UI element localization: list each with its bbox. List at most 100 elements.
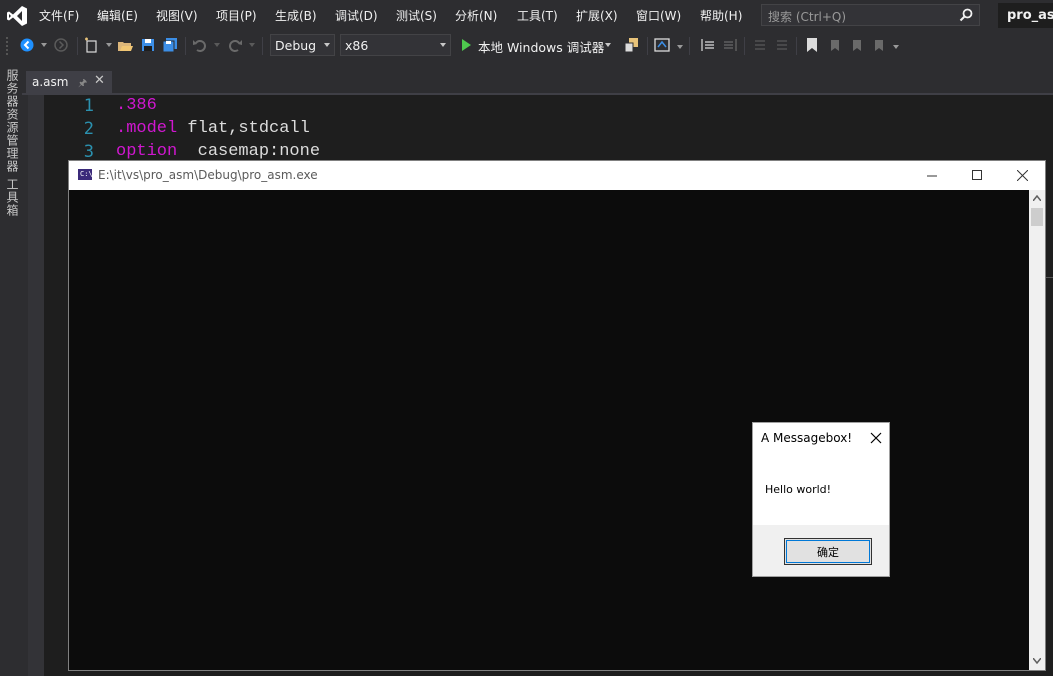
server-explorer-tab[interactable]: 服务器资源管理器 [4, 69, 21, 173]
ok-button-label: 确定 [817, 546, 839, 559]
code-text: flat,stdcall [177, 119, 310, 138]
code-keyword: .model [116, 119, 178, 138]
side-tool-strip: 服务器资源管理器 工具箱 [0, 60, 22, 676]
tab-a-asm[interactable]: a.asm 🖈 ✕ [26, 71, 112, 94]
toolbar-separator [262, 37, 263, 55]
redo-icon[interactable] [227, 37, 243, 53]
dialog-message: Hello world! [765, 483, 832, 496]
menu-view[interactable]: 视图(V) [156, 7, 198, 24]
outdent-icon[interactable] [722, 37, 738, 53]
chevron-down-icon [440, 43, 446, 47]
maximize-icon [972, 170, 982, 180]
tab-label: a.asm [32, 75, 69, 89]
save-all-icon[interactable] [162, 37, 178, 53]
scroll-up-icon[interactable] [1033, 195, 1041, 201]
menu-window[interactable]: 窗口(W) [636, 7, 681, 24]
indent-icon[interactable] [700, 37, 716, 53]
menu-build[interactable]: 生成(B) [275, 7, 317, 24]
menu-edit[interactable]: 编辑(E) [97, 7, 138, 24]
toolbar-separator [796, 37, 797, 55]
comment-lines-icon[interactable] [752, 37, 768, 53]
chevron-down-icon[interactable] [893, 45, 899, 49]
menu-project[interactable]: 项目(P) [216, 7, 257, 24]
chevron-down-icon[interactable] [249, 43, 255, 47]
navigate-forward-icon[interactable] [53, 37, 69, 53]
toolbar-separator [77, 37, 78, 55]
menu-bar: 文件(F) 编辑(E) 视图(V) 项目(P) 生成(B) 调试(D) 测试(S… [0, 0, 1053, 31]
close-icon[interactable] [870, 432, 882, 444]
toolbox-tab[interactable]: 工具箱 [4, 178, 21, 217]
menu-file[interactable]: 文件(F) [39, 7, 79, 24]
scroll-down-icon[interactable] [1033, 658, 1041, 664]
console-app-icon-text: C:\ [80, 170, 93, 178]
bookmark-icon[interactable] [804, 37, 820, 53]
console-app-icon: C:\ [78, 169, 93, 180]
chevron-down-icon[interactable] [41, 43, 47, 47]
previous-bookmark-icon[interactable] [826, 37, 842, 53]
line-number: 1 [83, 96, 94, 116]
maximize-button[interactable] [954, 161, 1000, 190]
ok-button[interactable]: 确定 [784, 538, 872, 565]
menu-extensions[interactable]: 扩展(X) [576, 7, 618, 24]
code-keyword: option [116, 142, 178, 161]
project-name-badge: pro_asm [998, 3, 1053, 28]
message-box-dialog[interactable]: A Messagebox! Hello world! 确定 [752, 422, 890, 577]
scrollbar-thumb[interactable] [1031, 208, 1043, 226]
code-keyword: .386 [116, 96, 157, 115]
close-icon [1017, 170, 1028, 181]
code-line[interactable]: .386 [116, 96, 157, 115]
dialog-title: A Messagebox! [761, 431, 853, 445]
undo-icon[interactable] [192, 37, 208, 53]
minimize-button[interactable] [909, 161, 955, 190]
start-debugging-button[interactable]: 本地 Windows 调试器 [458, 34, 614, 56]
toolbar-grip[interactable] [6, 37, 12, 55]
chevron-down-icon[interactable] [214, 43, 220, 47]
toolbar-separator [647, 37, 648, 55]
menu-analyze[interactable]: 分析(N) [455, 7, 497, 24]
search-icon [959, 8, 973, 22]
chevron-down-icon[interactable] [605, 43, 611, 47]
open-file-icon[interactable] [117, 37, 133, 53]
navigate-back-icon[interactable] [19, 37, 35, 53]
indicator-margin [28, 95, 44, 676]
attach-process-icon[interactable] [624, 37, 640, 53]
document-tab-strip [22, 60, 1053, 93]
editor-edge [1046, 277, 1053, 298]
visual-studio-logo-icon[interactable] [6, 5, 28, 27]
search-input[interactable]: 搜索 (Ctrl+Q) [761, 4, 980, 26]
save-icon[interactable] [140, 37, 156, 53]
platform-value: x86 [345, 38, 369, 53]
toolbar-separator [744, 37, 745, 55]
menu-help[interactable]: 帮助(H) [700, 7, 742, 24]
pin-icon[interactable]: 🖈 [78, 76, 87, 93]
console-window[interactable] [68, 160, 1046, 671]
configuration-value: Debug [275, 38, 317, 53]
line-number: 3 [83, 142, 94, 162]
console-title-bar[interactable]: C:\ E:\it\vs\pro_asm\Debug\pro_asm.exe [69, 161, 1045, 190]
solution-explorer-icon[interactable] [654, 37, 670, 53]
menu-test[interactable]: 测试(S) [396, 7, 437, 24]
code-line[interactable]: .model flat,stdcall [116, 119, 310, 138]
code-line[interactable]: option casemap:none [116, 142, 320, 161]
chevron-down-icon[interactable] [106, 43, 112, 47]
uncomment-lines-icon[interactable] [774, 37, 790, 53]
new-project-icon[interactable] [84, 37, 100, 53]
toolbar-separator [689, 37, 690, 55]
play-icon [462, 39, 471, 51]
menu-debug[interactable]: 调试(D) [335, 7, 378, 24]
console-scrollbar[interactable] [1029, 190, 1045, 670]
line-number: 2 [83, 119, 94, 139]
next-bookmark-icon[interactable] [848, 37, 864, 53]
search-placeholder: 搜索 (Ctrl+Q) [768, 10, 847, 24]
close-icon[interactable]: ✕ [94, 73, 105, 88]
menu-tools[interactable]: 工具(T) [517, 7, 558, 24]
configuration-select[interactable]: Debug [270, 34, 335, 56]
chevron-down-icon[interactable] [677, 45, 683, 49]
platform-select[interactable]: x86 [340, 34, 451, 56]
dialog-footer: 确定 [753, 525, 889, 576]
console-title: E:\it\vs\pro_asm\Debug\pro_asm.exe [98, 168, 318, 182]
clear-bookmarks-icon[interactable] [870, 37, 886, 53]
start-debugging-label: 本地 Windows 调试器 [478, 40, 605, 55]
project-name: pro_asm [1007, 8, 1053, 23]
close-button[interactable] [999, 161, 1045, 190]
